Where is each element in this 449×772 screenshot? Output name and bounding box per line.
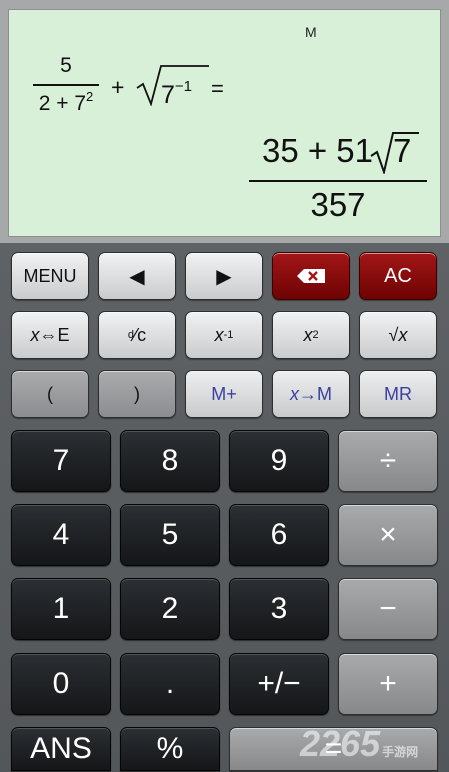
plus-operator: + <box>111 74 125 100</box>
sqrt-button[interactable]: √ x <box>359 311 437 359</box>
decimal-point-button[interactable]: . <box>120 653 220 715</box>
x-to-e-button[interactable]: x ⇔E <box>11 311 89 359</box>
multiply-button[interactable]: × <box>338 504 438 566</box>
divide-button[interactable]: ÷ <box>338 430 438 492</box>
arrow-left-icon: ◀ <box>129 265 145 288</box>
equals-sign: = <box>211 76 224 101</box>
digit-0-button[interactable]: 0 <box>11 653 111 715</box>
input-expression: 5 2 + 72 + 7−1 = <box>33 54 253 124</box>
watermark-logo: 2265 手游网 <box>300 723 419 764</box>
digit-9-button[interactable]: 9 <box>229 430 329 492</box>
store-memory-button[interactable]: x →M <box>272 370 350 418</box>
result-numerator: 35 + 51 <box>261 132 373 169</box>
digit-1-button[interactable]: 1 <box>11 578 111 640</box>
result-fraction: 35 + 51 7 357 <box>241 128 429 228</box>
result-denominator: 357 <box>310 186 366 223</box>
digit-2-button[interactable]: 2 <box>120 578 220 640</box>
square-button[interactable]: x2 <box>272 311 350 359</box>
memory-recall-button[interactable]: MR <box>359 370 437 418</box>
percent-button[interactable]: % <box>120 727 220 771</box>
digit-5-button[interactable]: 5 <box>120 504 220 566</box>
reciprocal-button[interactable]: x -1 <box>185 311 263 359</box>
result-radicand: 7 <box>393 132 412 169</box>
lcd-screen: M 5 2 + 72 + 7−1 = 35 + 51 7 357 <box>8 9 441 237</box>
keypad: MENU ◀ ▶ AC x ⇔E d ⁄ c x -1 x2 √ x ( ) M+ x →M… <box>0 243 449 772</box>
arrow-right-icon: ▶ <box>216 265 232 288</box>
answer-button[interactable]: ANS <box>11 727 111 771</box>
fraction-bar <box>33 84 99 86</box>
fraction-denominator: 2 + 72 <box>38 89 94 115</box>
right-paren-button[interactable]: ) <box>98 370 176 418</box>
fraction-toggle-button[interactable]: d ⁄ c <box>98 311 176 359</box>
expression-sqrt: 7−1 <box>133 62 213 109</box>
backspace-icon <box>297 269 325 283</box>
memory-indicator: M <box>305 24 317 40</box>
display-panel: M 5 2 + 72 + 7−1 = 35 + 51 7 357 <box>0 0 449 243</box>
all-clear-button[interactable]: AC <box>359 252 437 300</box>
fraction-numerator: 5 <box>60 54 72 77</box>
menu-button[interactable]: MENU <box>11 252 89 300</box>
digit-4-button[interactable]: 4 <box>11 504 111 566</box>
left-paren-button[interactable]: ( <box>11 370 89 418</box>
backspace-button[interactable] <box>272 252 350 300</box>
cursor-right-button[interactable]: ▶ <box>185 252 263 300</box>
digit-3-button[interactable]: 3 <box>229 578 329 640</box>
cursor-left-button[interactable]: ◀ <box>98 252 176 300</box>
result-fraction-bar <box>249 180 427 182</box>
radicand: 7−1 <box>161 78 193 109</box>
subtract-button[interactable]: − <box>338 578 438 640</box>
negate-button[interactable]: +/− <box>229 653 329 715</box>
add-button[interactable]: + <box>338 653 438 715</box>
result-sqrt: 7 <box>369 130 421 174</box>
memory-add-button[interactable]: M+ <box>185 370 263 418</box>
digit-8-button[interactable]: 8 <box>120 430 220 492</box>
digit-6-button[interactable]: 6 <box>229 504 329 566</box>
digit-7-button[interactable]: 7 <box>11 430 111 492</box>
